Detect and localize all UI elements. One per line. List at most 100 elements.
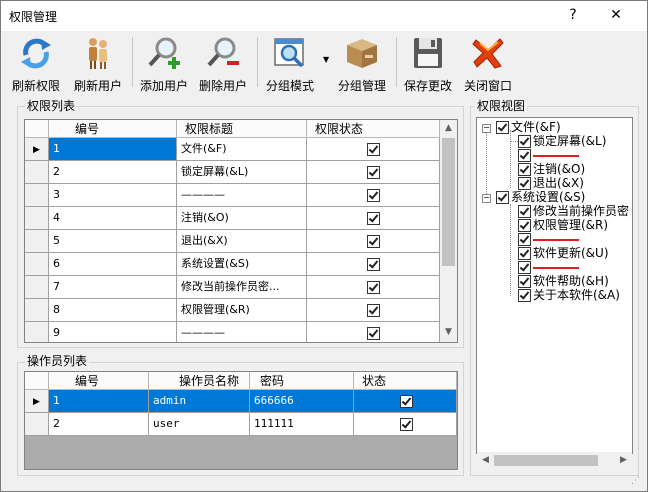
cell-title[interactable]: 注销(&O)	[177, 207, 307, 230]
cell-title[interactable]: 文件(&F)	[177, 138, 307, 161]
status-checkbox[interactable]	[367, 327, 380, 340]
scroll-thumb[interactable]	[494, 455, 598, 466]
node-checkbox[interactable]	[518, 163, 531, 176]
row-header	[25, 253, 49, 276]
row-header: ▶	[25, 390, 49, 413]
close-window-button[interactable]: 关闭窗口	[459, 33, 517, 93]
row-header	[25, 276, 49, 299]
window-title: 权限管理	[9, 10, 58, 24]
cell-status[interactable]	[307, 299, 440, 322]
delete-user-button[interactable]: 删除用户	[195, 33, 251, 93]
node-checkbox[interactable]	[496, 191, 509, 204]
scroll-up-icon[interactable]: ▲	[440, 120, 457, 137]
resize-grip[interactable]: ⋰	[631, 475, 643, 487]
cell-id[interactable]: 1	[49, 390, 149, 413]
status-checkbox[interactable]	[367, 189, 380, 202]
cell-id[interactable]: 8	[49, 299, 177, 322]
column-header-status[interactable]: 权限状态	[307, 120, 440, 138]
node-checkbox[interactable]	[496, 121, 509, 134]
users-icon	[89, 38, 107, 69]
status-checkbox[interactable]	[367, 166, 380, 179]
cell-title[interactable]: 修改当前操作员密...	[177, 276, 307, 299]
status-checkbox[interactable]	[367, 143, 380, 156]
cell-status[interactable]	[354, 413, 457, 436]
cell-id[interactable]: 9	[49, 322, 177, 342]
status-checkbox[interactable]	[367, 281, 380, 294]
cell-status[interactable]	[307, 253, 440, 276]
node-checkbox[interactable]	[518, 261, 531, 274]
save-changes-button[interactable]: 保存更改	[401, 33, 455, 93]
node-checkbox[interactable]	[518, 233, 531, 246]
cell-password[interactable]: 666666	[250, 390, 354, 413]
cell-status[interactable]	[307, 276, 440, 299]
group-manage-button[interactable]: 分组管理	[333, 33, 391, 93]
column-header-title[interactable]: 权限标题	[177, 120, 307, 138]
cell-password[interactable]: 111111	[250, 413, 354, 436]
refresh-icon	[21, 38, 51, 69]
cell-title[interactable]: ————	[177, 322, 307, 342]
node-checkbox[interactable]	[518, 205, 531, 218]
scroll-down-icon[interactable]: ▼	[440, 324, 457, 341]
permission-tree-hscrollbar[interactable]: ◀ ▶	[477, 452, 632, 469]
cell-id[interactable]: 2	[49, 413, 149, 436]
cell-title[interactable]: ————	[177, 184, 307, 207]
help-button[interactable]: ?	[561, 4, 585, 26]
cell-id[interactable]: 4	[49, 207, 177, 230]
refresh-permissions-button[interactable]: 刷新权限	[7, 33, 65, 93]
row-header	[25, 322, 49, 342]
group-mode-label: 分组模式	[265, 79, 314, 93]
status-checkbox[interactable]	[367, 304, 380, 317]
cell-title[interactable]: 权限管理(&R)	[177, 299, 307, 322]
node-checkbox[interactable]	[518, 275, 531, 288]
cell-title[interactable]: 退出(&X)	[177, 230, 307, 253]
permission-grid-scrollbar[interactable]: ▲ ▼	[440, 120, 457, 342]
refresh-users-button[interactable]: 刷新用户	[69, 33, 127, 93]
column-header-password[interactable]: 密码	[250, 372, 354, 390]
cell-id[interactable]: 2	[49, 161, 177, 184]
cell-id[interactable]: 7	[49, 276, 177, 299]
cell-status[interactable]	[307, 230, 440, 253]
node-checkbox[interactable]	[518, 177, 531, 190]
cell-title[interactable]: 锁定屏幕(&L)	[177, 161, 307, 184]
group-mode-dropdown[interactable]: ▼	[321, 33, 331, 93]
status-checkbox[interactable]	[400, 418, 413, 431]
column-header-id[interactable]: 编号	[49, 372, 149, 390]
cell-id[interactable]: 5	[49, 230, 177, 253]
node-checkbox[interactable]	[518, 289, 531, 302]
toolbar-separator	[132, 37, 133, 87]
collapse-icon[interactable]: −	[482, 194, 491, 203]
status-checkbox[interactable]	[400, 395, 413, 408]
cell-id[interactable]: 1	[49, 138, 177, 161]
add-user-button[interactable]: 添加用户	[137, 33, 191, 93]
scroll-thumb[interactable]	[442, 138, 455, 266]
cell-status[interactable]	[307, 322, 440, 342]
node-checkbox[interactable]	[518, 219, 531, 232]
separator-line	[533, 267, 579, 269]
separator-line	[533, 155, 579, 157]
node-checkbox[interactable]	[518, 149, 531, 162]
column-header-operator-name[interactable]: 操作员名称	[149, 372, 250, 390]
cell-status[interactable]	[307, 138, 440, 161]
cell-operator-name[interactable]: user	[149, 413, 250, 436]
status-checkbox[interactable]	[367, 258, 380, 271]
cell-status[interactable]	[307, 161, 440, 184]
node-checkbox[interactable]	[518, 135, 531, 148]
cell-status[interactable]	[307, 184, 440, 207]
cell-id[interactable]: 3	[49, 184, 177, 207]
cell-title[interactable]: 系统设置(&S)	[177, 253, 307, 276]
scroll-left-icon[interactable]: ◀	[477, 452, 494, 469]
group-mode-button[interactable]: 分组模式	[261, 33, 319, 93]
status-checkbox[interactable]	[367, 235, 380, 248]
collapse-icon[interactable]: −	[482, 124, 491, 133]
scroll-right-icon[interactable]: ▶	[615, 452, 632, 469]
cell-operator-name[interactable]: admin	[149, 390, 250, 413]
node-checkbox[interactable]	[518, 247, 531, 260]
cell-id[interactable]: 6	[49, 253, 177, 276]
row-header: ▶	[25, 138, 49, 161]
close-button[interactable]: ✕	[604, 4, 628, 26]
column-header-id[interactable]: 编号	[49, 120, 177, 138]
cell-status[interactable]	[354, 390, 457, 413]
column-header-status[interactable]: 状态	[354, 372, 457, 390]
status-checkbox[interactable]	[367, 212, 380, 225]
cell-status[interactable]	[307, 207, 440, 230]
